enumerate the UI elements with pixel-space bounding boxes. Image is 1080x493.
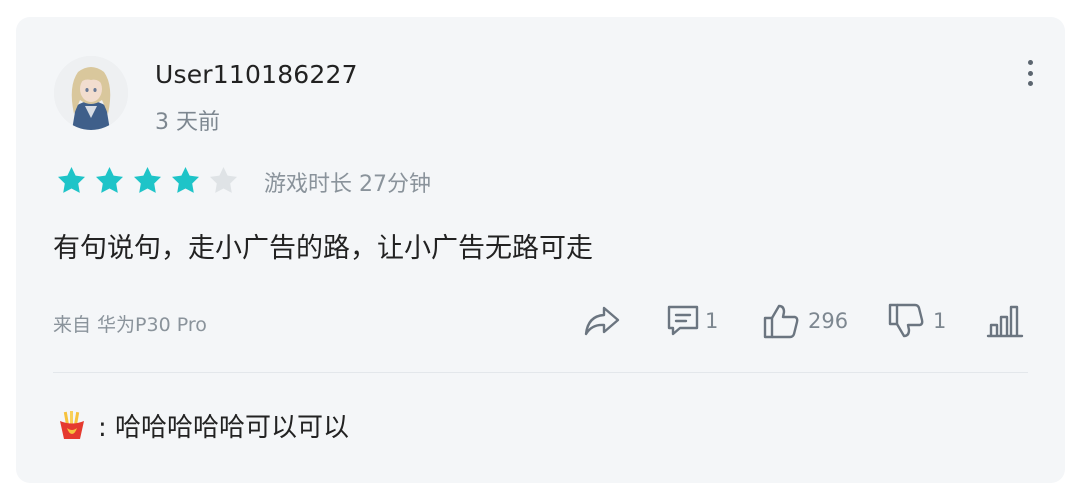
more-options-icon[interactable] (1018, 58, 1042, 88)
bar-chart-icon (986, 305, 1024, 338)
device-label: 来自 华为P30 Pro (53, 314, 207, 336)
playtime: 游戏时长 27分钟 (264, 172, 431, 197)
share-button[interactable] (583, 303, 621, 339)
star-empty-icon (210, 167, 237, 193)
share-icon (584, 306, 620, 336)
reply-text[interactable]: : 哈哈哈哈哈可以可以 (98, 407, 349, 444)
like-button[interactable]: 296 (762, 303, 848, 339)
comment-count: 1 (705, 309, 719, 333)
thumbs-up-icon (763, 304, 799, 339)
fries-icon (56, 409, 88, 441)
star-filled-icon (96, 167, 123, 193)
post-time: 3 天前 (155, 110, 220, 135)
star-filled-icon (134, 167, 161, 193)
dislike-count: 1 (933, 309, 947, 333)
thumbs-down-icon (888, 303, 924, 338)
star-filled-icon (58, 167, 85, 193)
username[interactable]: User110186227 (155, 60, 358, 89)
stats-button[interactable] (986, 303, 1024, 339)
review-text[interactable]: 有句说句，走小广告的路，让小广告无路可走 (53, 226, 593, 265)
user-avatar[interactable] (54, 56, 128, 130)
avatar-portrait-icon (54, 56, 128, 130)
dislike-button[interactable]: 1 (887, 303, 946, 339)
like-count: 296 (808, 309, 849, 333)
divider (53, 372, 1028, 373)
comment-button[interactable]: 1 (665, 303, 718, 339)
star-rating (56, 165, 239, 196)
star-filled-icon (172, 167, 199, 193)
comment-icon (667, 305, 699, 336)
